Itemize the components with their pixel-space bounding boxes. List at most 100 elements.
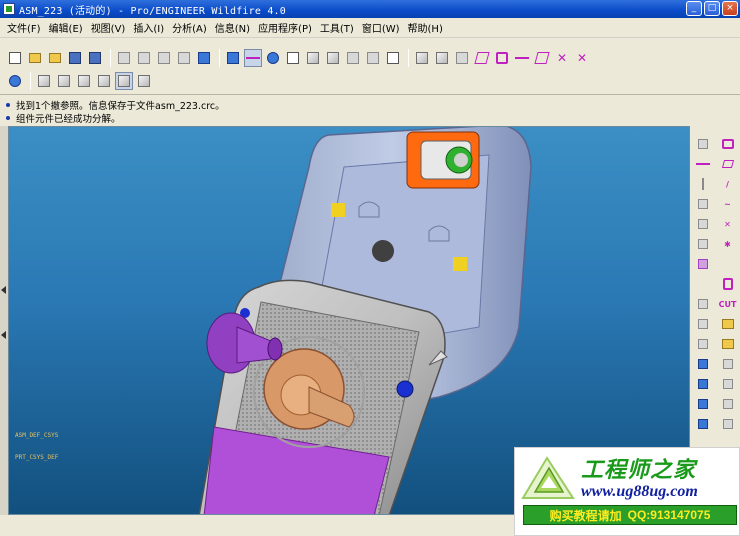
menu-view[interactable]: 视图(V) bbox=[87, 20, 130, 35]
shading-edges-icon[interactable] bbox=[95, 72, 113, 90]
mirror-icon[interactable] bbox=[720, 396, 736, 412]
bullet-icon bbox=[6, 115, 10, 120]
sketch-icon[interactable] bbox=[513, 49, 531, 67]
hole-icon[interactable] bbox=[695, 316, 711, 332]
datum-axis-icon[interactable] bbox=[453, 49, 471, 67]
axis-icon[interactable] bbox=[695, 176, 711, 192]
menu-window[interactable]: 窗口(W) bbox=[358, 20, 404, 35]
watermark-overlay: 工程师之家 www.ug88ug.com 购买教程请加 QQ:913147075 bbox=[514, 447, 740, 536]
close-button[interactable]: × bbox=[722, 1, 738, 16]
no-hidden-icon[interactable] bbox=[75, 72, 93, 90]
regenerate-icon[interactable] bbox=[195, 49, 213, 67]
merge-icon[interactable] bbox=[695, 416, 711, 432]
extrude-icon[interactable] bbox=[720, 276, 736, 292]
arrow-icon[interactable] bbox=[695, 296, 711, 312]
menu-file[interactable]: 文件(F) bbox=[3, 20, 45, 35]
message-text: 找到1个撤参照。信息保存于文件asm_223.crc。 bbox=[16, 100, 225, 112]
point-cross-icon[interactable]: ✕ bbox=[553, 49, 571, 67]
pattern-icon[interactable] bbox=[695, 396, 711, 412]
window-title: ASM_223 (活动的) - Pro/ENGINEER Wildfire 4.… bbox=[19, 5, 286, 17]
menu-help[interactable]: 帮助(H) bbox=[404, 20, 447, 35]
message-area: 找到1个撤参照。信息保存于文件asm_223.crc。 组件元件已经成功分解。 bbox=[0, 94, 740, 126]
datum-plane-icon[interactable] bbox=[433, 49, 451, 67]
round-icon[interactable] bbox=[695, 356, 711, 372]
slash-icon[interactable]: / bbox=[720, 176, 736, 192]
close-window-icon[interactable] bbox=[384, 49, 402, 67]
minimize-button[interactable]: _ bbox=[686, 1, 702, 16]
wireframe-icon[interactable] bbox=[35, 72, 53, 90]
csys-label: ASM_DEF_CSYS bbox=[15, 432, 59, 439]
model-tree-icon[interactable] bbox=[413, 49, 431, 67]
sweep-icon[interactable] bbox=[720, 376, 736, 392]
draft-icon[interactable] bbox=[720, 336, 736, 352]
cut-button[interactable]: CUT bbox=[719, 296, 737, 312]
watermark-logo-icon bbox=[521, 456, 575, 499]
menu-tools[interactable]: 工具(T) bbox=[316, 20, 358, 35]
display-style-icon[interactable] bbox=[364, 49, 382, 67]
zoom-in-icon[interactable] bbox=[264, 49, 282, 67]
datum-point-icon[interactable] bbox=[473, 49, 491, 67]
toolbar-separator bbox=[30, 72, 31, 90]
title-bar: ASM_223 (活动的) - Pro/ENGINEER Wildfire 4.… bbox=[0, 0, 740, 18]
menu-insert[interactable]: 插入(I) bbox=[129, 20, 168, 35]
chamfer-icon[interactable] bbox=[720, 356, 736, 372]
grid-icon[interactable] bbox=[695, 236, 711, 252]
watermark-contact-bar: 购买教程请加 QQ:913147075 bbox=[523, 505, 737, 525]
paste-special-icon[interactable] bbox=[175, 49, 193, 67]
cross-icon[interactable]: ✕ bbox=[720, 216, 736, 232]
spin-center-icon[interactable] bbox=[244, 49, 262, 67]
expand-arrow-icon[interactable] bbox=[1, 331, 6, 339]
layers-icon[interactable] bbox=[344, 49, 362, 67]
saved-views-icon[interactable] bbox=[324, 49, 342, 67]
collapse-arrow-icon[interactable] bbox=[1, 286, 6, 294]
star-icon[interactable]: ✱ bbox=[720, 236, 736, 252]
orient-icon[interactable] bbox=[304, 49, 322, 67]
feature-icon[interactable] bbox=[695, 136, 711, 152]
maximize-button[interactable]: □ bbox=[704, 1, 720, 16]
copy-icon[interactable] bbox=[135, 49, 153, 67]
csys-label: PRT_CSYS_DEF bbox=[15, 454, 59, 461]
paste-icon[interactable] bbox=[155, 49, 173, 67]
point-icon[interactable] bbox=[695, 216, 711, 232]
analysis-cross-icon[interactable]: ✕ bbox=[573, 49, 591, 67]
undo-icon[interactable] bbox=[115, 49, 133, 67]
sketch-icon[interactable] bbox=[720, 136, 736, 152]
open-folder-2-icon[interactable] bbox=[46, 49, 64, 67]
trim-icon[interactable] bbox=[720, 416, 736, 432]
empty-slot bbox=[720, 256, 736, 272]
feature-toolbar: / ~ ✕ ✱ CUT bbox=[690, 126, 740, 456]
save-copy-icon[interactable] bbox=[86, 49, 104, 67]
datum-csys-icon[interactable] bbox=[493, 49, 511, 67]
open-folder-icon[interactable] bbox=[26, 49, 44, 67]
shell-icon[interactable] bbox=[720, 316, 736, 332]
plane-icon[interactable] bbox=[720, 156, 736, 172]
datum-curve-icon[interactable] bbox=[533, 49, 551, 67]
watermark-title: 工程师之家 bbox=[581, 457, 697, 483]
menu-edit[interactable]: 编辑(E) bbox=[45, 20, 87, 35]
zoom-fit-icon[interactable] bbox=[284, 49, 302, 67]
save-icon[interactable] bbox=[66, 49, 84, 67]
menu-bar: 文件(F) 编辑(E) 视图(V) 插入(I) 分析(A) 信息(N) 应用程序… bbox=[0, 18, 740, 38]
hidden-line-icon[interactable] bbox=[55, 72, 73, 90]
empty-slot bbox=[695, 276, 711, 292]
menu-applications[interactable]: 应用程序(P) bbox=[254, 20, 316, 35]
blend-icon[interactable] bbox=[695, 376, 711, 392]
rib-icon[interactable] bbox=[695, 336, 711, 352]
watermark-qq-text: QQ:913147075 bbox=[627, 508, 711, 522]
wave-icon[interactable]: ~ bbox=[720, 196, 736, 212]
window-controls: _ □ × bbox=[686, 1, 738, 16]
box-icon[interactable] bbox=[695, 256, 711, 272]
navigator-gutter bbox=[0, 126, 8, 515]
shading-icon[interactable] bbox=[115, 72, 133, 90]
curve-icon[interactable] bbox=[695, 156, 711, 172]
enhanced-shading-icon[interactable] bbox=[135, 72, 153, 90]
message-line: 组件元件已经成功分解。 bbox=[6, 111, 734, 125]
datum-icon[interactable] bbox=[695, 196, 711, 212]
menu-info[interactable]: 信息(N) bbox=[211, 20, 254, 35]
repaint-icon[interactable] bbox=[224, 49, 242, 67]
new-file-icon[interactable] bbox=[6, 49, 24, 67]
main-toolbar: ✕ ✕ bbox=[0, 46, 740, 70]
watermark-url: www.ug88ug.com bbox=[581, 483, 698, 500]
menu-analysis[interactable]: 分析(A) bbox=[168, 20, 211, 35]
default-orient-icon[interactable] bbox=[6, 72, 24, 90]
